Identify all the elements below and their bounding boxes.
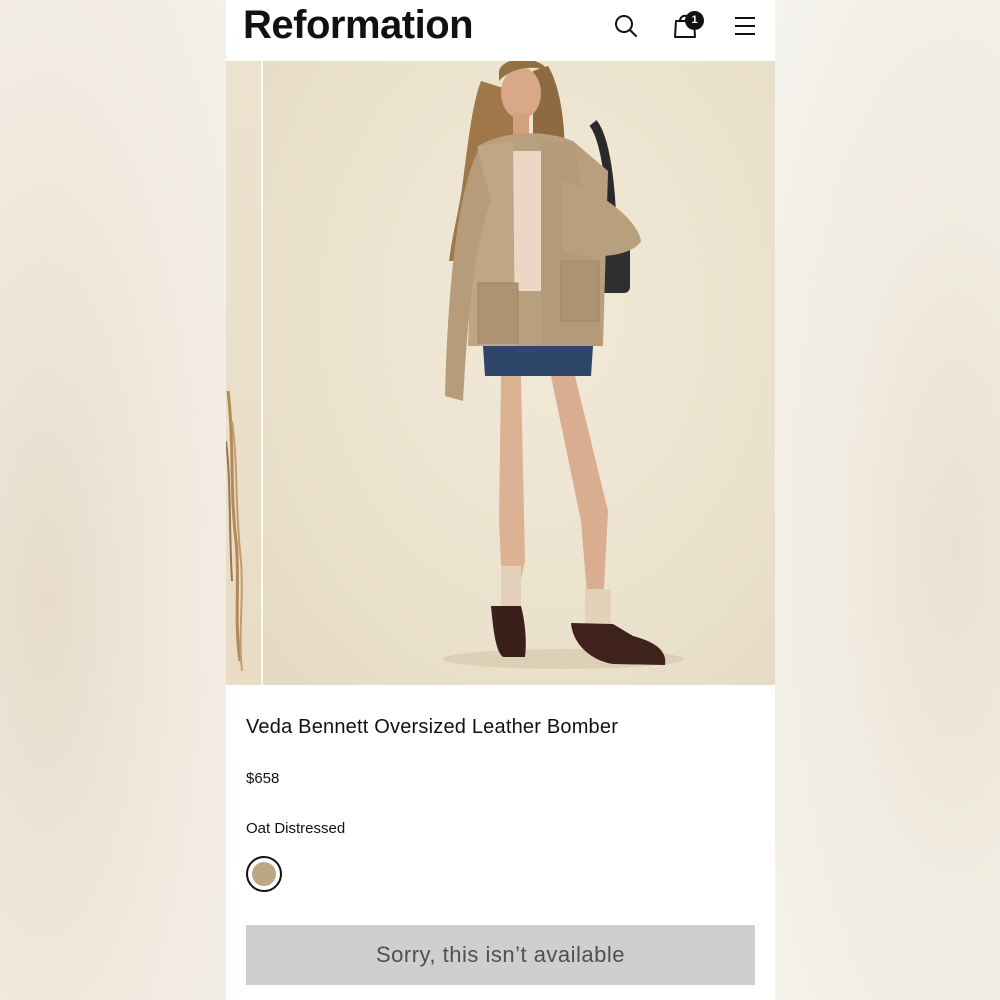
mobile-page: Reformation 1 Veda Bennett Oversized Lea… — [226, 0, 775, 1000]
search-button[interactable] — [609, 9, 643, 43]
blurred-background-right — [775, 0, 1000, 1000]
selected-color-label: Oat Distressed — [246, 820, 346, 837]
hair-strands-image — [226, 390, 243, 672]
product-title: Veda Bennett Oversized Leather Bomber — [246, 716, 619, 738]
menu-button[interactable] — [728, 9, 762, 43]
model-photo — [443, 61, 683, 669]
site-header: Reformation 1 — [226, 0, 775, 61]
color-swatch-fill — [252, 862, 276, 886]
bag-count-badge: 1 — [685, 11, 704, 30]
color-swatch-oat-distressed[interactable] — [246, 856, 282, 892]
brand-logo[interactable]: Reformation — [243, 3, 474, 48]
previous-product-image[interactable] — [226, 61, 263, 685]
hamburger-menu-icon — [735, 17, 755, 35]
blurred-background-left — [0, 0, 226, 1000]
search-icon — [615, 15, 637, 37]
main-product-image[interactable] — [263, 61, 775, 685]
product-image-gallery[interactable] — [226, 61, 775, 685]
unavailable-add-to-bag-button[interactable]: Sorry, this isn’t available — [246, 925, 755, 985]
product-price: $658 — [246, 770, 280, 787]
